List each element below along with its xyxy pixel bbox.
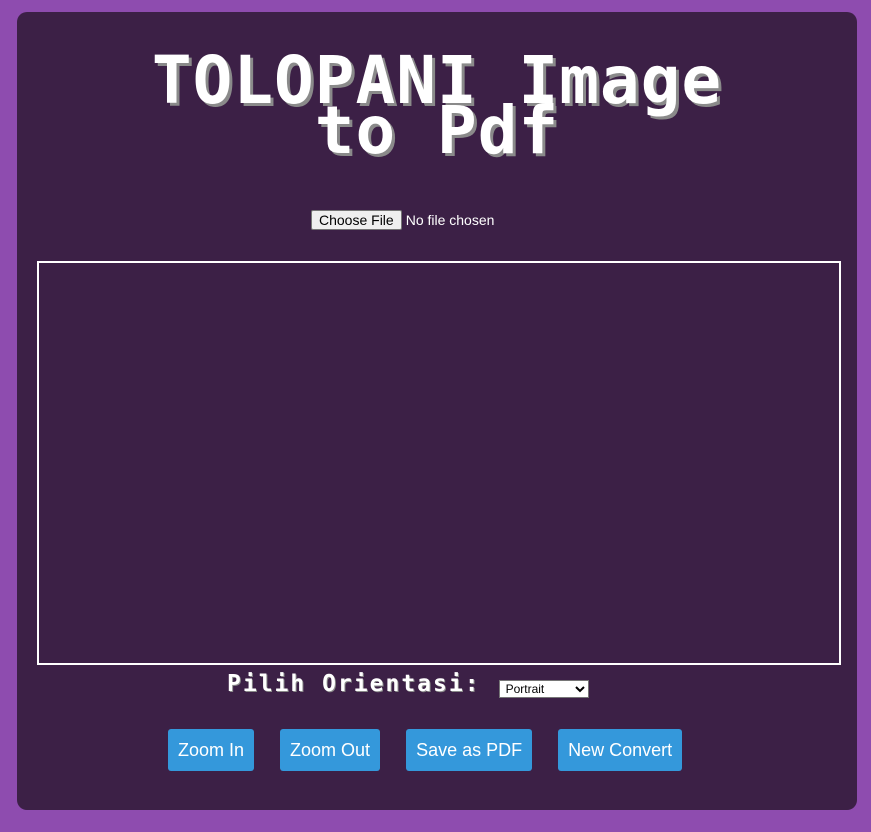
orientation-row: Pilih Orientasi: Portrait xyxy=(227,670,589,698)
action-buttons: Zoom In Zoom Out Save as PDF New Convert xyxy=(168,729,683,771)
zoom-out-button[interactable]: Zoom Out xyxy=(280,729,381,771)
new-convert-button[interactable]: New Convert xyxy=(558,729,683,771)
image-preview-area xyxy=(37,261,841,665)
orientation-label: Pilih Orientasi: xyxy=(227,671,481,697)
save-as-pdf-button[interactable]: Save as PDF xyxy=(406,729,533,771)
title-line-2: to Pdf xyxy=(314,92,560,169)
file-status-text: No file chosen xyxy=(405,212,495,228)
choose-file-button[interactable]: Choose File xyxy=(311,210,402,230)
zoom-in-button[interactable]: Zoom In xyxy=(168,729,255,771)
orientation-select[interactable]: Portrait xyxy=(498,680,589,698)
file-input[interactable]: Choose File No file chosen xyxy=(311,210,494,230)
page-title: TOLOPANI Image to Pdf xyxy=(17,48,857,169)
main-card: TOLOPANI Image to Pdf Choose File No fil… xyxy=(17,12,857,810)
